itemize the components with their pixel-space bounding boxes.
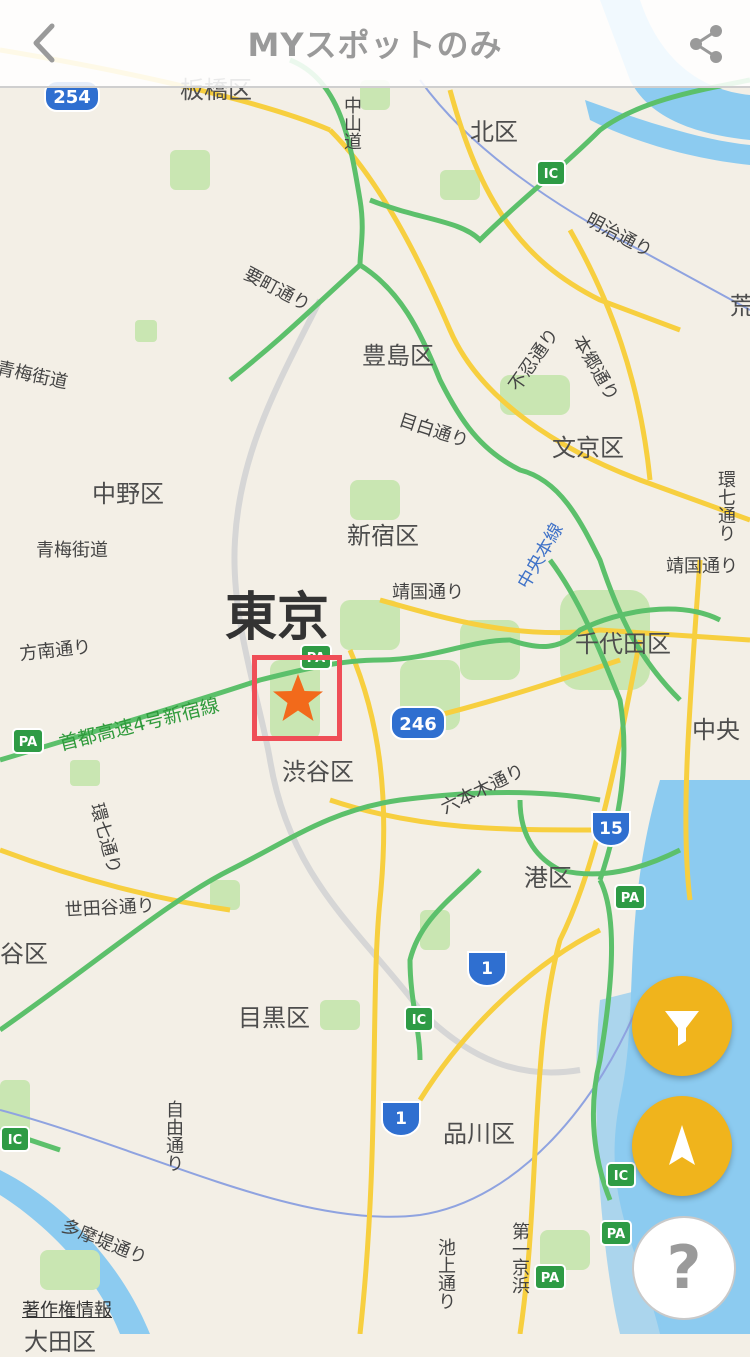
svg-text:IC: IC [8, 1133, 22, 1148]
route-shield-icon: 15 [591, 811, 631, 848]
district-label: 中野区 [92, 480, 164, 508]
route-number: 246 [399, 714, 437, 735]
share-button[interactable] [688, 24, 724, 64]
svg-text:PA: PA [19, 735, 37, 750]
ic-badge: IC [536, 160, 566, 186]
route-shield-icon: 1 [381, 1101, 421, 1138]
star-icon [273, 674, 323, 721]
route-shield-icon: 1 [467, 951, 507, 988]
district-label: 新宿区 [347, 522, 419, 550]
filter-button[interactable] [632, 976, 732, 1076]
svg-text:IC: IC [412, 1013, 426, 1028]
current-location-button[interactable] [632, 1096, 732, 1196]
road-label: 自由通り [163, 1100, 184, 1172]
district-label: 港区 [524, 864, 572, 892]
funnel-icon [665, 1011, 699, 1046]
district-label: 北区 [470, 118, 518, 146]
district-label: 渋谷区 [282, 758, 354, 786]
navigation-arrow-icon [669, 1125, 695, 1165]
svg-text:IC: IC [614, 1169, 628, 1184]
road-label: 第一京浜 [509, 1222, 530, 1294]
pa-badge: PA [600, 1220, 632, 1246]
route-number: 254 [53, 87, 91, 108]
route-number: 1 [395, 1109, 407, 1129]
road-label: 中山道 [341, 96, 362, 150]
svg-text:PA: PA [541, 1271, 559, 1286]
my-spot-marker[interactable] [252, 655, 342, 741]
road-label: 青梅街道 [36, 540, 108, 561]
svg-text:PA: PA [607, 1227, 625, 1242]
svg-text:IC: IC [544, 167, 558, 182]
ic-badge: IC [0, 1126, 30, 1152]
road-label: 靖国通り [666, 556, 738, 577]
pa-badge: PA [534, 1264, 566, 1290]
district-label: 豊島区 [362, 342, 434, 370]
ic-badge: IC [404, 1006, 434, 1032]
district-label: 品川区 [443, 1120, 515, 1148]
district-label: 中央 [692, 716, 740, 744]
route-shield-icon: 246 [390, 706, 446, 740]
svg-text:PA: PA [621, 891, 639, 906]
road-label: 靖国通り [392, 582, 464, 603]
district-label: 谷区 [0, 940, 48, 968]
district-label: 目黒区 [238, 1004, 310, 1032]
district-label: 文京区 [552, 434, 624, 462]
route-number: 15 [599, 819, 623, 839]
help-button[interactable]: ? [632, 1216, 736, 1320]
ic-badge: IC [606, 1162, 636, 1188]
district-label: 荒 [730, 292, 750, 320]
road-label: 世田谷通り [64, 895, 156, 921]
route-number: 1 [481, 959, 493, 979]
road-label: 環七通り [715, 470, 736, 542]
share-icon [690, 25, 722, 63]
pa-badge: PA [12, 728, 44, 754]
road-label: 池上通り [435, 1238, 456, 1310]
city-label: 東京 [225, 588, 330, 648]
district-label: 千代田区 [575, 630, 671, 658]
page-title: MYスポットのみ [247, 26, 503, 64]
top-navigation-bar: MYスポットのみ [0, 0, 750, 88]
pa-badge: PA [614, 884, 646, 910]
district-label: 大田区 [24, 1328, 96, 1356]
copyright-link[interactable]: 著作権情報 [22, 1296, 112, 1322]
